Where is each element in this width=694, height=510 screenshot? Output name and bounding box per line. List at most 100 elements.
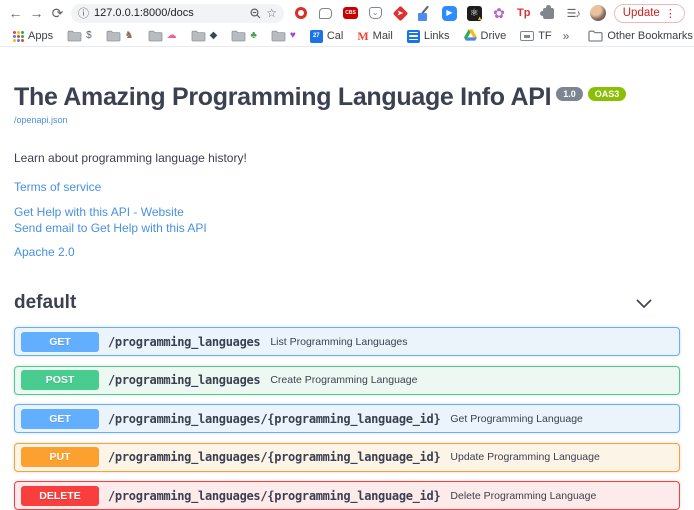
tf-icon	[520, 31, 534, 41]
pocket-icon[interactable]: ⌄	[366, 4, 384, 22]
endpoint-row[interactable]: GET/programming_languages/{programming_l…	[14, 404, 680, 433]
atom-extension-icon[interactable]: ⚛▲	[465, 4, 483, 22]
bookmark-label: Apps	[28, 30, 53, 42]
money-folder[interactable]: $	[60, 30, 99, 42]
green-folder[interactable]: ♣	[224, 30, 264, 42]
oas3-badge: OAS3	[588, 87, 627, 101]
menu-dots-icon[interactable]: ⋮	[665, 7, 676, 20]
bookmarks-overflow-chevron[interactable]: »	[559, 29, 574, 43]
version-badge: 1.0	[556, 87, 583, 101]
endpoint-path: /programming_languages	[108, 335, 260, 349]
bookmark-label: Mail	[373, 30, 393, 42]
folder-icon	[231, 30, 246, 42]
endpoint-path: /programming_languages/{programming_lang…	[108, 412, 440, 426]
folder-icon	[67, 30, 82, 42]
other-bookmarks-label: Other Bookmarks	[607, 30, 693, 42]
contact-website-link[interactable]: Get Help with this API - Website	[14, 205, 680, 219]
endpoint-row[interactable]: POST/programming_languagesCreate Program…	[14, 366, 680, 395]
title-row: The Amazing Programming Language Info AP…	[14, 84, 680, 110]
graduation-folder[interactable]: ◆	[184, 30, 225, 42]
share-diamond-icon[interactable]: ➤	[391, 4, 409, 22]
folder-emoji: ♞	[125, 31, 134, 41]
method-badge: GET	[21, 332, 99, 352]
license-link[interactable]: Apache 2.0	[14, 245, 680, 259]
bookmark-apps[interactable]: Apps	[6, 30, 60, 42]
apps-grid-icon	[13, 31, 24, 42]
color-picker-icon[interactable]	[416, 4, 434, 22]
endpoint-summary: Create Programming Language	[270, 374, 417, 386]
endpoint-summary: Get Programming Language	[450, 413, 583, 425]
api-description: Learn about programming language history…	[14, 151, 680, 165]
folder-emoji: ♥	[290, 31, 296, 41]
endpoint-path: /programming_languages	[108, 373, 260, 387]
links-icon	[407, 30, 420, 43]
bookmark-drive[interactable]: Drive	[457, 29, 514, 44]
horse-folder[interactable]: ♞	[99, 30, 141, 42]
site-info-icon[interactable]: ⓘ	[78, 5, 89, 21]
bookmark-items-container: Apps $ ♞ ☁ ◆ ♣ ♥ 27 Cal M Mail Links Drive TF	[6, 29, 559, 44]
address-bar[interactable]: ⓘ 127.0.0.1:8000/docs ☆	[71, 4, 284, 23]
terms-of-service-link[interactable]: Terms of service	[14, 180, 680, 194]
endpoint-list: GET/programming_languages List Programmin…	[14, 327, 680, 510]
tp-extension-icon[interactable]: Tp	[515, 4, 533, 22]
method-badge: GET	[21, 409, 99, 429]
endpoint-summary: List Programming Languages	[270, 336, 407, 348]
endpoint-row[interactable]: PUT/programming_languages/{programming_l…	[14, 443, 680, 472]
folder-emoji: ☁	[167, 31, 177, 41]
cbs-extension-icon[interactable]: CBS	[342, 4, 360, 22]
zoom-meeting-icon[interactable]: ▶	[441, 4, 459, 22]
browser-toolbar: ← → ⟳ ⓘ 127.0.0.1:8000/docs ☆ CBS ⌄ ➤ ▶ …	[0, 0, 694, 26]
chevron-down-icon[interactable]	[636, 299, 652, 308]
method-badge: PUT	[21, 447, 99, 467]
section-title: default	[14, 292, 76, 314]
folder-icon	[148, 30, 163, 42]
folder-icon	[106, 30, 121, 42]
bookmark-label: Drive	[481, 30, 507, 42]
endpoint-path: /programming_languages/{programming_lang…	[108, 489, 440, 503]
folder-icon	[271, 30, 286, 42]
endpoint-row[interactable]: GET/programming_languages List Programmin…	[14, 327, 680, 356]
contact-email-link[interactable]: Send email to Get Help with this API	[14, 221, 680, 235]
bookmark-tf[interactable]: TF	[513, 30, 558, 42]
back-icon[interactable]: ←	[5, 3, 26, 24]
bookmark-label: Cal	[327, 30, 344, 42]
extensions-puzzle-icon[interactable]	[540, 4, 558, 22]
gmail-icon: M	[357, 29, 368, 44]
profile-avatar[interactable]	[589, 4, 607, 22]
folder-icon	[588, 30, 603, 42]
endpoint-summary: Delete Programming Language	[450, 490, 596, 502]
url-text[interactable]: 127.0.0.1:8000/docs	[94, 7, 245, 19]
folder-emoji: ♣	[250, 31, 257, 41]
folder-icon	[191, 30, 206, 42]
zoom-out-icon[interactable]	[250, 8, 261, 19]
page-title: The Amazing Programming Language Info AP…	[14, 84, 551, 110]
forward-icon[interactable]: →	[26, 3, 47, 24]
media-queue-icon[interactable]: ☰♪	[564, 4, 582, 22]
default-section-header[interactable]: default	[14, 292, 680, 314]
openapi-json-link[interactable]: /openapi.json	[14, 115, 68, 125]
bookmark-label: TF	[538, 30, 551, 42]
calendar-icon: 27	[310, 30, 323, 43]
bookmark-mail[interactable]: M Mail	[350, 29, 400, 44]
brain-folder[interactable]: ☁	[141, 30, 184, 42]
extension-strip: CBS ⌄ ➤ ▶ ⚛▲ ✿ Tp ☰♪ Update ⋮	[284, 4, 689, 23]
swagger-docs-page: The Amazing Programming Language Info AP…	[0, 47, 694, 510]
chat-bubble-icon[interactable]	[317, 4, 335, 22]
purple-heart-folder[interactable]: ♥	[264, 30, 303, 42]
endpoint-summary: Update Programming Language	[450, 451, 599, 463]
reload-icon[interactable]: ⟳	[47, 3, 68, 24]
endpoint-row[interactable]: DELETE/programming_languages/{programmin…	[14, 481, 680, 510]
bookmark-cal[interactable]: 27 Cal	[303, 30, 351, 43]
adblock-ring-icon[interactable]	[292, 4, 310, 22]
bookmarks-bar: Apps $ ♞ ☁ ◆ ♣ ♥ 27 Cal M Mail Links Drive TF » Other…	[0, 26, 694, 47]
folder-emoji: ◆	[210, 31, 218, 41]
bookmark-star-icon[interactable]: ☆	[266, 6, 277, 20]
folder-emoji: $	[86, 31, 92, 41]
bookmark-label: Links	[424, 30, 450, 42]
method-badge: DELETE	[21, 486, 99, 506]
other-bookmarks[interactable]: Other Bookmarks	[581, 30, 694, 42]
drive-icon	[464, 29, 477, 44]
update-button[interactable]: Update ⋮	[614, 4, 685, 23]
bookmark-links[interactable]: Links	[400, 30, 457, 43]
flower-extension-icon[interactable]: ✿	[490, 4, 508, 22]
